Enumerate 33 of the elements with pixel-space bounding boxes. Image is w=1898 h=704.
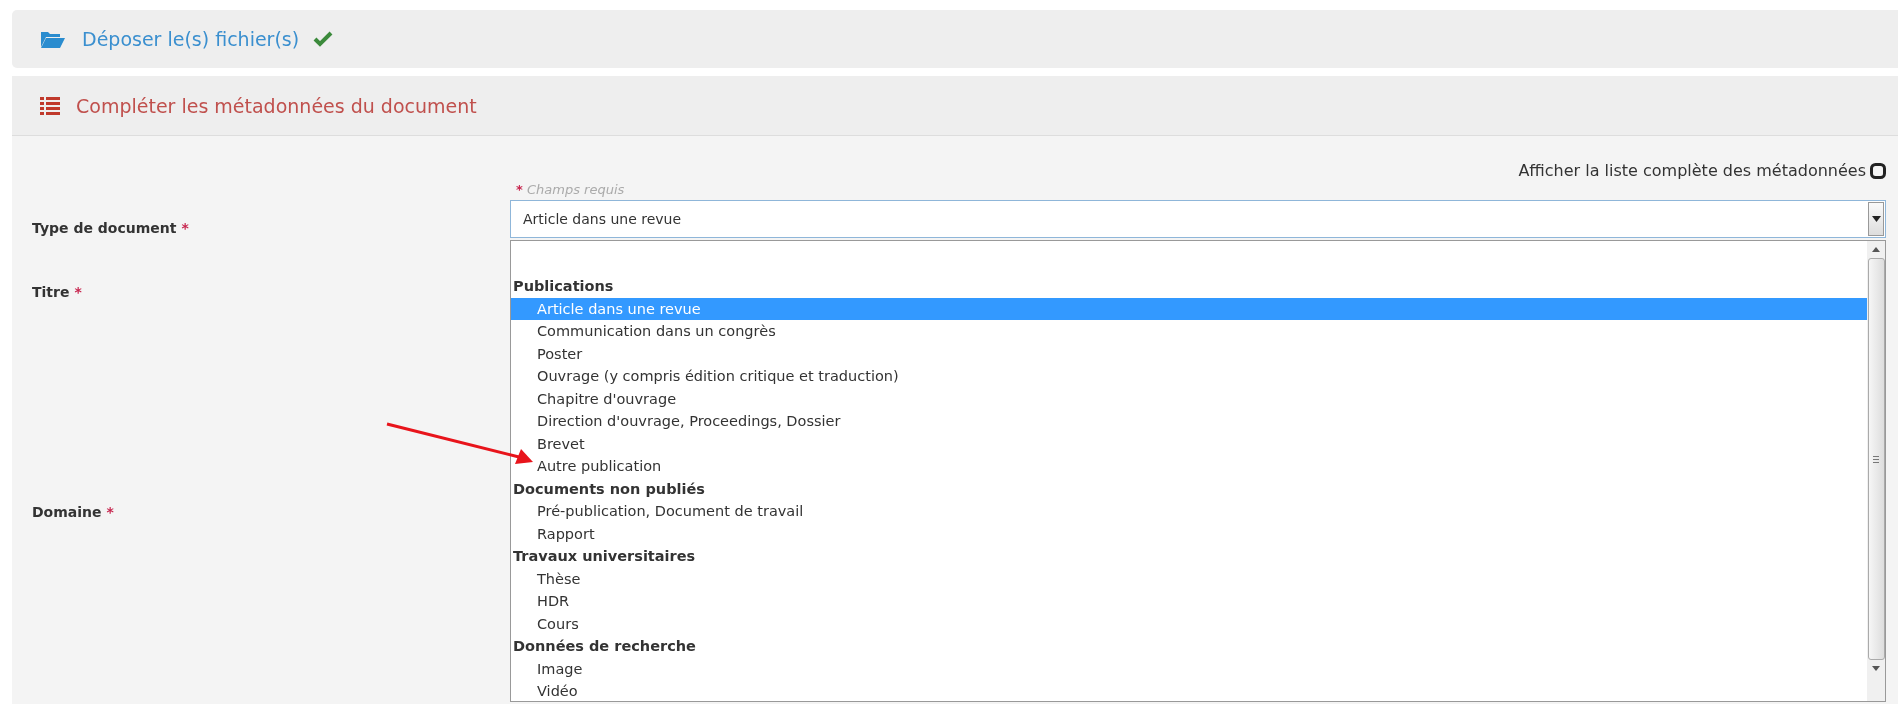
scroll-down-icon[interactable] — [1872, 666, 1880, 671]
option[interactable]: Thèse — [511, 567, 1867, 590]
metadata-panel-header[interactable]: Compléter les métadonnées du document — [12, 76, 1898, 136]
scrollbar[interactable] — [1867, 241, 1885, 701]
option-group-label: Publications — [512, 277, 615, 296]
required-note: * Champs requis — [515, 182, 626, 199]
option[interactable]: Brevet — [511, 432, 1867, 455]
option[interactable]: Communication dans un congrès — [511, 320, 1867, 343]
option[interactable]: Rapport — [511, 522, 1867, 545]
toggle-label: Afficher la liste complète des métadonnées — [1518, 161, 1866, 180]
option[interactable]: Autre publication — [511, 455, 1867, 478]
checkbox[interactable] — [1870, 162, 1886, 179]
option-group-label: Données de recherche — [512, 637, 697, 656]
scroll-up-icon[interactable] — [1872, 247, 1880, 252]
section-title: Compléter les métadonnées du document — [76, 94, 477, 117]
option[interactable]: Poster — [511, 342, 1867, 365]
option[interactable]: Direction d'ouvrage, Proceedings, Dossier — [511, 410, 1867, 433]
option[interactable]: Chapitre d'ouvrage — [511, 387, 1867, 410]
option[interactable]: Vidéo — [511, 680, 1867, 703]
option[interactable]: Image — [511, 657, 1867, 680]
option-group-label: Documents non publiés — [512, 479, 706, 499]
section-title: Déposer le(s) fichier(s) — [82, 28, 300, 50]
field-label: Type de document * — [32, 220, 189, 236]
document-type-select[interactable]: Article dans une revue — [510, 200, 1886, 238]
field-label: Domaine * — [32, 504, 114, 520]
option-group-label: Travaux universitaires — [512, 547, 697, 566]
folder-icon — [40, 29, 66, 49]
field-label: Titre * — [32, 284, 82, 300]
option[interactable]: Cours — [511, 612, 1867, 635]
option[interactable]: Ouvrage (y compris édition critique et traduction) — [511, 365, 1867, 388]
option[interactable]: HDR — [511, 590, 1867, 613]
list-icon — [40, 96, 60, 115]
option[interactable]: Pré-publication, Document de travail — [511, 500, 1867, 523]
